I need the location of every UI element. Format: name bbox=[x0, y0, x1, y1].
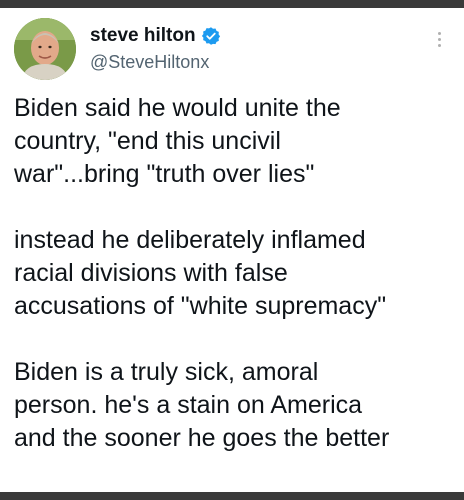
user-names: steve hilton @SteveHiltonx bbox=[90, 24, 221, 73]
tweet-card: steve hilton @SteveHiltonx Biden said he… bbox=[0, 8, 464, 492]
tweet-line: accusations of "white supremacy" bbox=[14, 292, 387, 320]
tweet-line: Biden is a truly sick, amoral bbox=[14, 358, 319, 386]
user-handle[interactable]: @SteveHiltonx bbox=[90, 52, 221, 73]
tweet-header: steve hilton @SteveHiltonx bbox=[14, 18, 450, 84]
tweet-line: country, "end this uncivil bbox=[14, 127, 281, 155]
tweet-line: Biden said he would unite the bbox=[14, 94, 341, 122]
display-name-row: steve hilton bbox=[90, 24, 221, 48]
verified-badge-icon bbox=[201, 26, 221, 46]
tweet-line: person. he's a stain on America bbox=[14, 391, 363, 419]
tweet-line: instead he deliberately inflamed bbox=[14, 226, 366, 254]
tweet-paragraph: instead he deliberately inflamed racial … bbox=[14, 224, 454, 323]
tweet-line: racial divisions with false bbox=[14, 259, 288, 287]
tweet-paragraph: Biden said he would unite the country, "… bbox=[14, 92, 454, 191]
tweet-paragraph: Biden is a truly sick, amoral person. he… bbox=[14, 356, 454, 455]
more-options-icon[interactable] bbox=[436, 32, 442, 52]
avatar[interactable] bbox=[14, 18, 76, 80]
tweet-line: war"...bring "truth over lies" bbox=[14, 160, 315, 188]
display-name[interactable]: steve hilton bbox=[90, 25, 196, 47]
tweet-line: and the sooner he goes the better bbox=[14, 424, 390, 452]
tweet-text: Biden said he would unite the country, "… bbox=[14, 92, 454, 488]
